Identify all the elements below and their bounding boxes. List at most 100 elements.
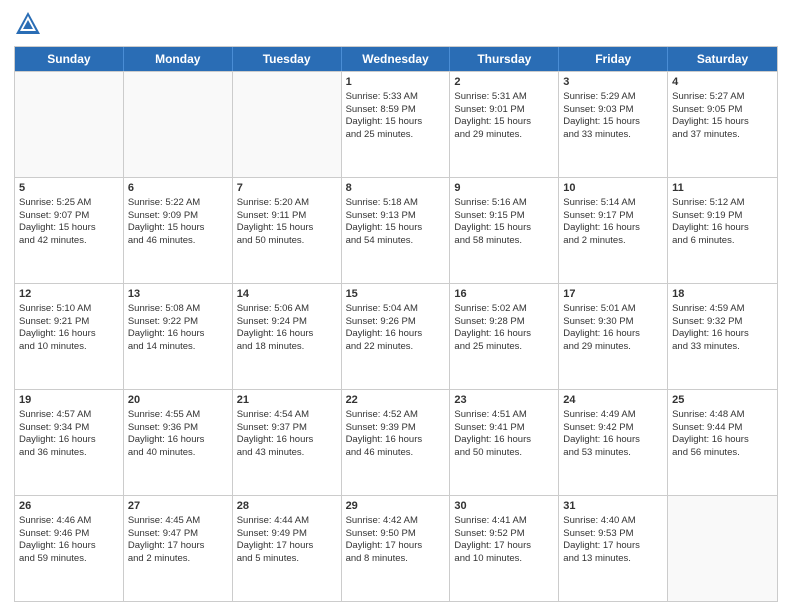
day-info-line: and 33 minutes. [563,129,663,142]
day-info-line: Sunrise: 5:29 AM [563,91,663,104]
calendar-body: 1Sunrise: 5:33 AMSunset: 8:59 PMDaylight… [15,71,777,601]
day-info-line: Sunset: 9:34 PM [19,422,119,435]
day-info-line: Sunrise: 5:33 AM [346,91,446,104]
day-cell-13: 13Sunrise: 5:08 AMSunset: 9:22 PMDayligh… [124,284,233,389]
day-info-line: Sunrise: 5:16 AM [454,197,554,210]
day-info-line: and 10 minutes. [454,553,554,566]
day-info-line: Sunrise: 4:55 AM [128,409,228,422]
day-info-line: Sunset: 9:39 PM [346,422,446,435]
day-cell-15: 15Sunrise: 5:04 AMSunset: 9:26 PMDayligh… [342,284,451,389]
day-info-line: and 14 minutes. [128,341,228,354]
day-info-line: Sunrise: 4:57 AM [19,409,119,422]
day-cell-14: 14Sunrise: 5:06 AMSunset: 9:24 PMDayligh… [233,284,342,389]
day-info-line: Daylight: 16 hours [672,222,773,235]
day-cell-1: 1Sunrise: 5:33 AMSunset: 8:59 PMDaylight… [342,72,451,177]
day-cell-22: 22Sunrise: 4:52 AMSunset: 9:39 PMDayligh… [342,390,451,495]
day-info-line: Daylight: 17 hours [128,540,228,553]
day-cell-9: 9Sunrise: 5:16 AMSunset: 9:15 PMDaylight… [450,178,559,283]
day-number: 31 [563,499,663,514]
day-info-line: and 8 minutes. [346,553,446,566]
day-cell-4: 4Sunrise: 5:27 AMSunset: 9:05 PMDaylight… [668,72,777,177]
day-cell-2: 2Sunrise: 5:31 AMSunset: 9:01 PMDaylight… [450,72,559,177]
day-info-line: Sunset: 9:05 PM [672,104,773,117]
day-cell-18: 18Sunrise: 4:59 AMSunset: 9:32 PMDayligh… [668,284,777,389]
day-info-line: Sunset: 9:53 PM [563,528,663,541]
day-info-line: Sunrise: 4:44 AM [237,515,337,528]
day-info-line: Sunset: 9:50 PM [346,528,446,541]
day-info-line: and 50 minutes. [454,447,554,460]
day-number: 24 [563,393,663,408]
logo-icon [14,10,42,38]
day-info-line: Sunrise: 5:01 AM [563,303,663,316]
day-info-line: Daylight: 17 hours [237,540,337,553]
week-row-1: 1Sunrise: 5:33 AMSunset: 8:59 PMDaylight… [15,71,777,177]
day-cell-25: 25Sunrise: 4:48 AMSunset: 9:44 PMDayligh… [668,390,777,495]
day-info-line: Sunrise: 5:08 AM [128,303,228,316]
day-info-line: and 50 minutes. [237,235,337,248]
header-day-saturday: Saturday [668,47,777,71]
day-info-line: Sunrise: 5:06 AM [237,303,337,316]
day-info-line: Daylight: 16 hours [19,434,119,447]
day-number: 25 [672,393,773,408]
day-info-line: Sunrise: 5:27 AM [672,91,773,104]
day-info-line: Daylight: 15 hours [346,116,446,129]
day-cell-23: 23Sunrise: 4:51 AMSunset: 9:41 PMDayligh… [450,390,559,495]
day-info-line: Sunrise: 5:25 AM [19,197,119,210]
day-info-line: and 46 minutes. [128,235,228,248]
day-number: 1 [346,75,446,90]
day-number: 22 [346,393,446,408]
header-day-thursday: Thursday [450,47,559,71]
day-info-line: and 10 minutes. [19,341,119,354]
day-info-line: and 43 minutes. [237,447,337,460]
day-info-line: Daylight: 17 hours [346,540,446,553]
day-info-line: Sunrise: 4:45 AM [128,515,228,528]
day-cell-5: 5Sunrise: 5:25 AMSunset: 9:07 PMDaylight… [15,178,124,283]
day-info-line: Sunrise: 5:10 AM [19,303,119,316]
day-number: 4 [672,75,773,90]
day-info-line: Sunset: 9:44 PM [672,422,773,435]
day-info-line: Daylight: 15 hours [346,222,446,235]
header [14,10,778,38]
day-info-line: Daylight: 16 hours [346,328,446,341]
day-info-line: Daylight: 16 hours [563,328,663,341]
day-info-line: and 40 minutes. [128,447,228,460]
day-cell-11: 11Sunrise: 5:12 AMSunset: 9:19 PMDayligh… [668,178,777,283]
logo [14,10,46,38]
day-info-line: Sunset: 9:49 PM [237,528,337,541]
day-info-line: Daylight: 15 hours [454,116,554,129]
day-number: 27 [128,499,228,514]
day-number: 20 [128,393,228,408]
day-info-line: and 29 minutes. [563,341,663,354]
day-info-line: and 53 minutes. [563,447,663,460]
day-number: 8 [346,181,446,196]
day-cell-7: 7Sunrise: 5:20 AMSunset: 9:11 PMDaylight… [233,178,342,283]
day-info-line: and 33 minutes. [672,341,773,354]
day-info-line: Sunrise: 4:40 AM [563,515,663,528]
day-number: 15 [346,287,446,302]
day-info-line: Sunset: 9:09 PM [128,210,228,223]
day-info-line: Sunset: 9:19 PM [672,210,773,223]
day-info-line: and 18 minutes. [237,341,337,354]
day-info-line: Sunrise: 5:04 AM [346,303,446,316]
day-number: 29 [346,499,446,514]
day-info-line: and 59 minutes. [19,553,119,566]
day-info-line: Daylight: 15 hours [672,116,773,129]
day-number: 30 [454,499,554,514]
day-info-line: Sunset: 8:59 PM [346,104,446,117]
day-cell-10: 10Sunrise: 5:14 AMSunset: 9:17 PMDayligh… [559,178,668,283]
day-number: 9 [454,181,554,196]
day-info-line: Sunset: 9:21 PM [19,316,119,329]
day-number: 14 [237,287,337,302]
day-number: 26 [19,499,119,514]
day-info-line: and 5 minutes. [237,553,337,566]
day-number: 7 [237,181,337,196]
day-cell-12: 12Sunrise: 5:10 AMSunset: 9:21 PMDayligh… [15,284,124,389]
day-info-line: Sunrise: 4:49 AM [563,409,663,422]
day-number: 19 [19,393,119,408]
day-cell-31: 31Sunrise: 4:40 AMSunset: 9:53 PMDayligh… [559,496,668,601]
empty-cell [668,496,777,601]
day-info-line: and 42 minutes. [19,235,119,248]
day-info-line: Sunset: 9:07 PM [19,210,119,223]
day-number: 6 [128,181,228,196]
day-info-line: Daylight: 16 hours [19,540,119,553]
